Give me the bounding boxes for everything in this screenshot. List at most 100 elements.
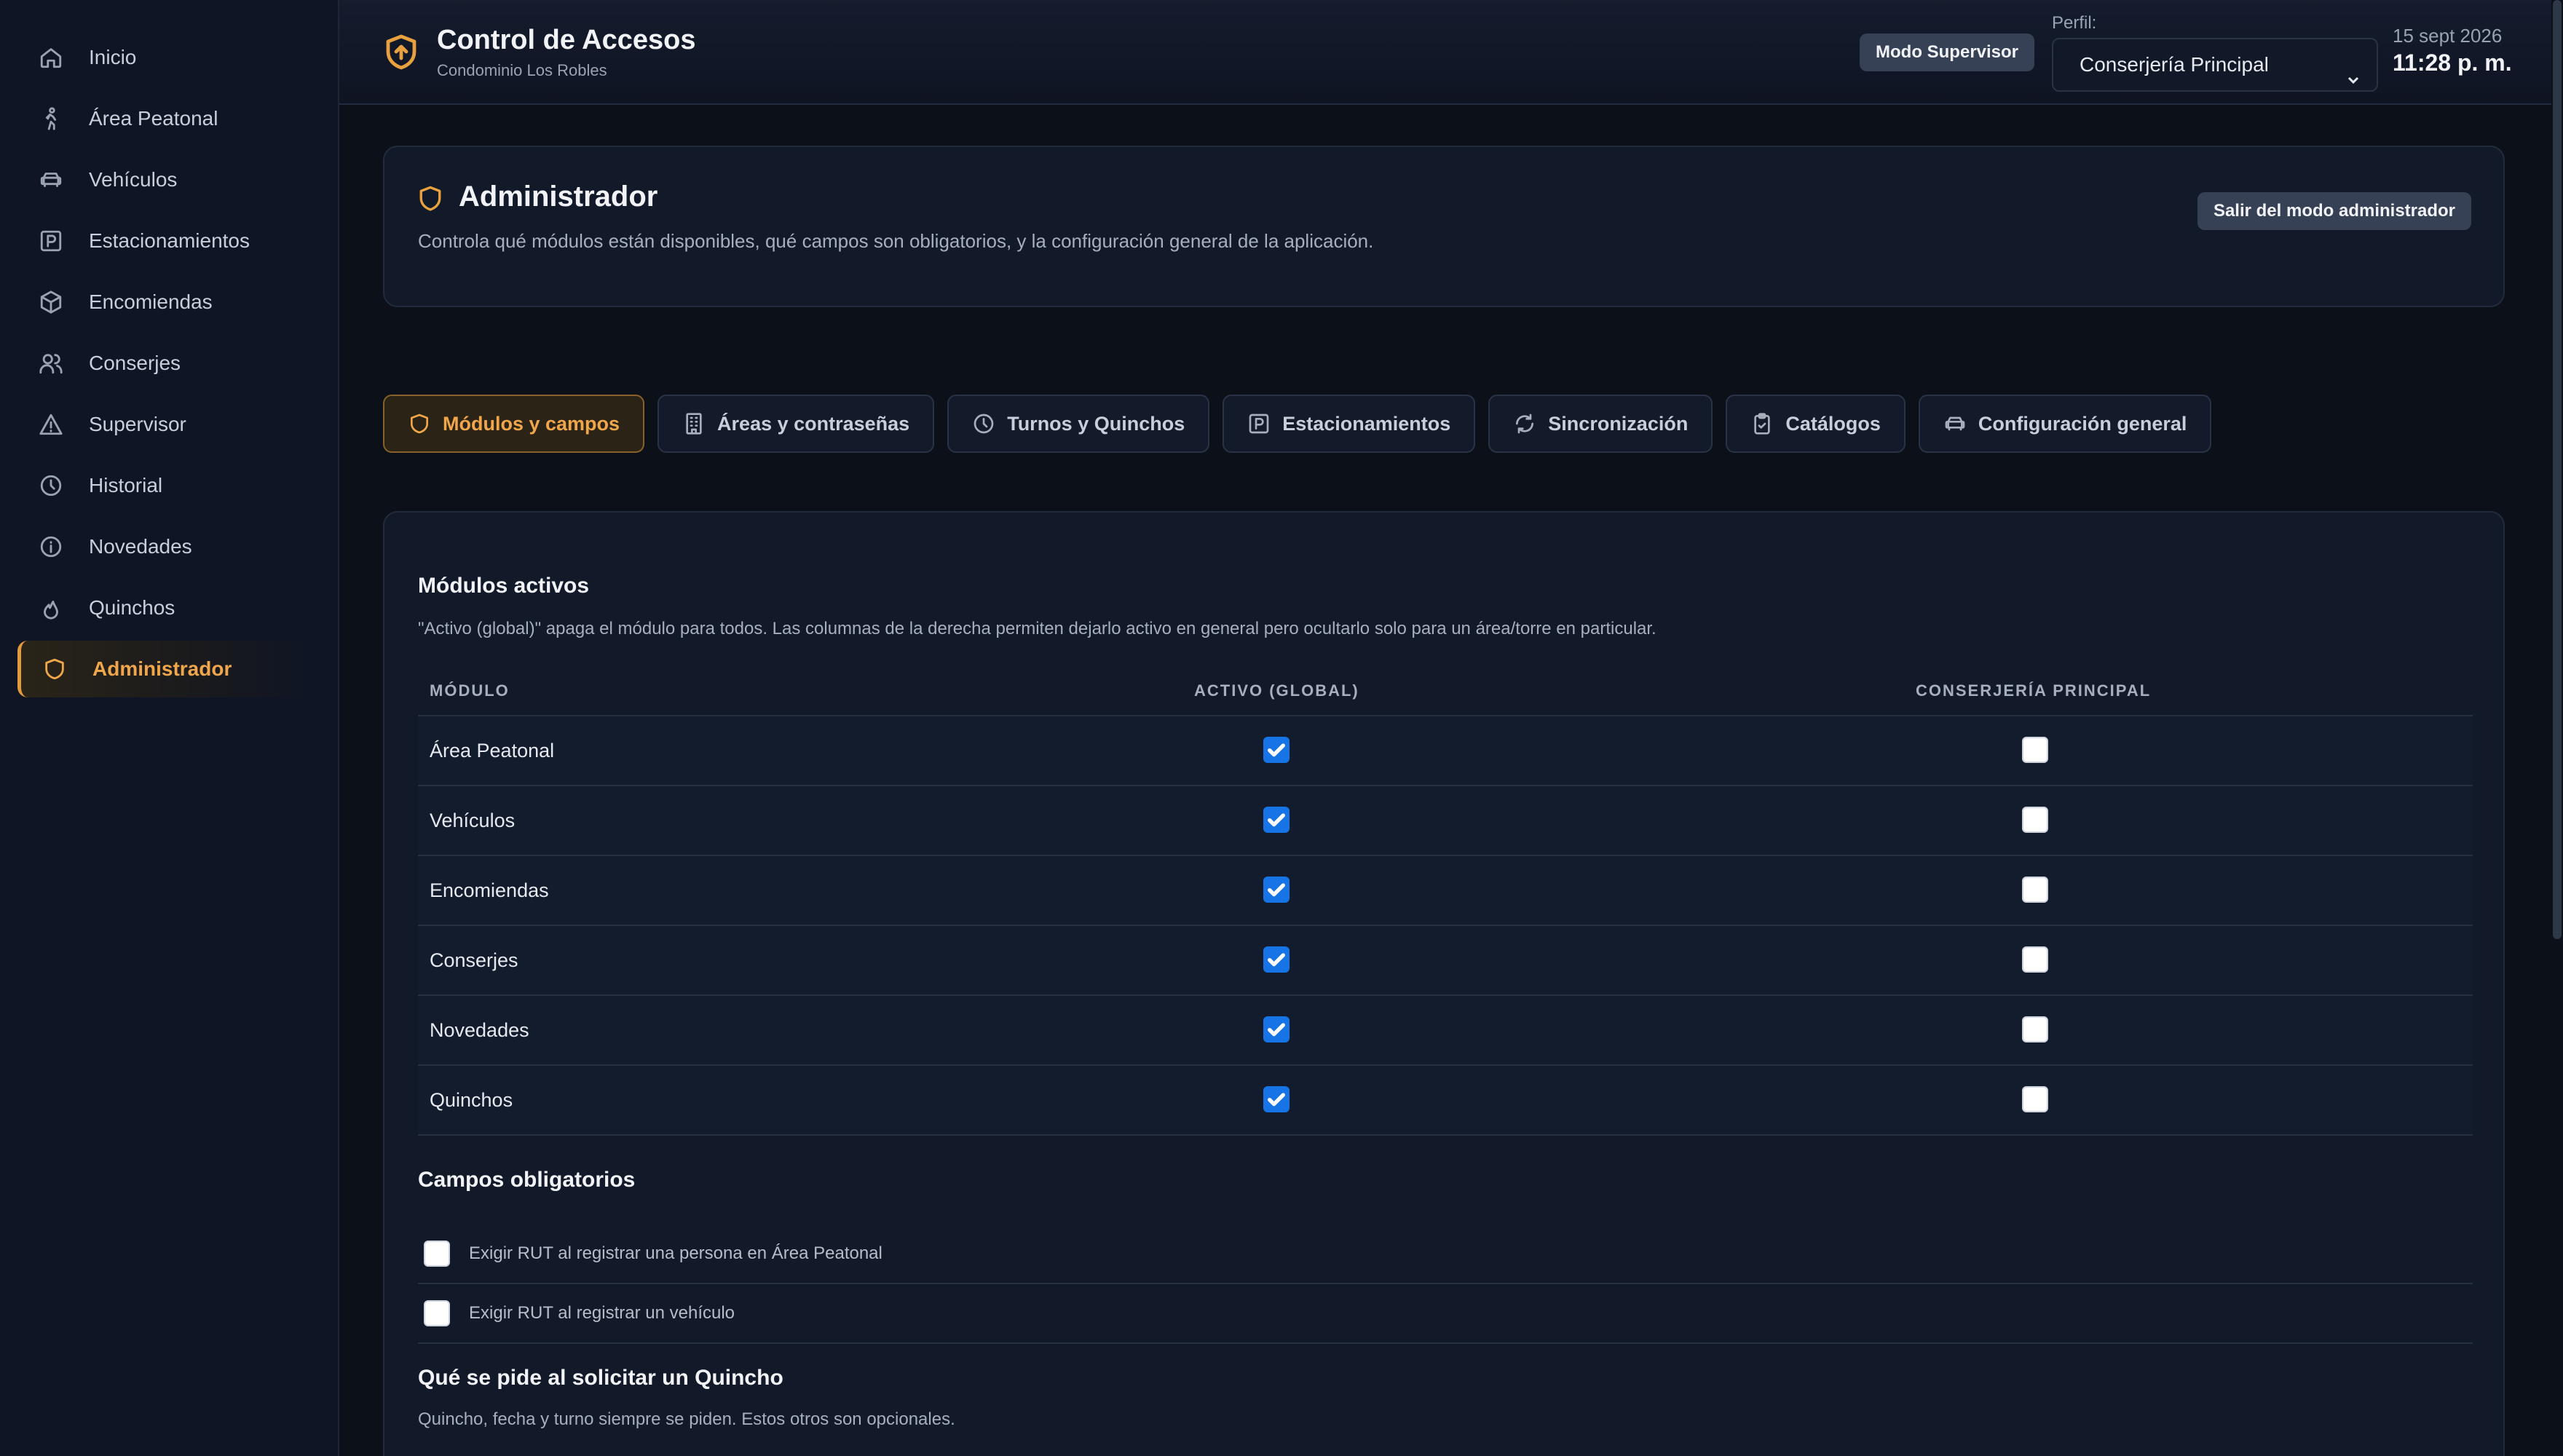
sidebar-item-label: Supervisor <box>89 413 186 435</box>
global-active-checkbox[interactable] <box>1263 807 1290 833</box>
building-icon <box>682 412 706 435</box>
required-field-row: Exigir RUT al registrar una persona en Á… <box>418 1224 2473 1284</box>
module-name: Vehículos <box>430 810 516 831</box>
required-section-title: Campos obligatorios <box>418 1168 636 1192</box>
required-field-label: Exigir RUT al registrar una persona en Á… <box>469 1243 882 1263</box>
sidebar-item-encomiendas[interactable]: Encomiendas <box>17 274 313 331</box>
required-field-label: Exigir RUT al registrar un vehículo <box>469 1303 735 1323</box>
global-active-checkbox[interactable] <box>1263 946 1290 973</box>
tab-sincronizacion[interactable]: Sincronización <box>1488 395 1713 453</box>
conserjeria-principal-checkbox[interactable] <box>2022 1016 2048 1042</box>
quincho-section-title: Qué se pide al solicitar un Quincho <box>418 1366 783 1390</box>
conserjeria-principal-checkbox[interactable] <box>2022 946 2048 973</box>
conserjeria-principal-checkbox[interactable] <box>2022 807 2048 833</box>
sidebar-item-conserjes[interactable]: Conserjes <box>17 335 313 392</box>
sidebar-item-label: Administrador <box>92 657 232 680</box>
required-field-row: Exigir RUT al registrar un vehículo <box>418 1284 2473 1344</box>
table-row: Quinchos <box>418 1066 2473 1136</box>
package-icon <box>38 289 64 315</box>
sidebar-item-estacionamientos[interactable]: Estacionamientos <box>17 213 313 269</box>
table-row: Novedades <box>418 996 2473 1066</box>
top-header: Control de Accesos Condominio Los Robles… <box>339 0 2563 105</box>
tab-label: Catálogos <box>1785 412 1881 435</box>
sidebar-item-label: Área Peatonal <box>89 107 218 130</box>
table-row: Vehículos <box>418 786 2473 856</box>
sidebar-item-administrador[interactable]: Administrador <box>17 641 313 697</box>
app-title: Control de Accesos <box>437 25 696 55</box>
tab-label: Turnos y Quinchos <box>1007 412 1185 435</box>
modules-section-title: Módulos activos <box>418 574 590 598</box>
tab-turnos-quinchos[interactable]: Turnos y Quinchos <box>947 395 1210 453</box>
sidebar-item-supervisor[interactable]: Supervisor <box>17 396 313 453</box>
info-icon <box>38 534 64 560</box>
perfil-select[interactable]: Conserjería Principal <box>2052 38 2378 92</box>
tab-configuracion-general[interactable]: Configuración general <box>1918 395 2212 453</box>
sidebar-item-label: Estacionamientos <box>89 229 250 252</box>
clock-icon <box>38 472 64 499</box>
sidebar-item-inicio[interactable]: Inicio <box>17 29 313 86</box>
admin-tabs: Módulos y campos Áreas y contraseñas Tur… <box>383 395 2212 453</box>
sidebar-item-vehiculos[interactable]: Vehículos <box>17 151 313 208</box>
column-header-activo-global: ACTIVO (GLOBAL) <box>1194 681 1359 700</box>
sidebar-item-label: Historial <box>89 474 163 496</box>
home-icon <box>38 44 64 71</box>
conserjeria-principal-checkbox[interactable] <box>2022 1086 2048 1112</box>
tab-catalogos[interactable]: Catálogos <box>1726 395 1906 453</box>
table-row: Conserjes <box>418 926 2473 996</box>
tab-label: Estacionamientos <box>1282 412 1451 435</box>
admin-card: Administrador Controla qué módulos están… <box>383 146 2505 307</box>
parking-icon <box>1247 412 1271 435</box>
module-name: Encomiendas <box>430 879 549 901</box>
parking-icon <box>38 228 64 254</box>
sidebar-item-label: Quinchos <box>89 596 175 619</box>
supervisor-mode-badge[interactable]: Modo Supervisor <box>1860 33 2035 71</box>
tab-modulos-campos[interactable]: Módulos y campos <box>383 395 645 453</box>
scrollbar-thumb[interactable] <box>2553 0 2562 939</box>
clock-icon <box>972 412 995 435</box>
tab-areas-contrasenas[interactable]: Áreas y contraseñas <box>657 395 935 453</box>
required-field-checkbox[interactable] <box>424 1300 450 1326</box>
table-row: Encomiendas <box>418 856 2473 926</box>
module-name: Área Peatonal <box>430 740 555 761</box>
global-active-checkbox[interactable] <box>1263 877 1290 903</box>
shield-icon <box>408 412 431 435</box>
tab-label: Sincronización <box>1548 412 1689 435</box>
sidebar-item-label: Encomiendas <box>89 290 213 313</box>
sidebar-item-label: Novedades <box>89 535 192 558</box>
chevron-down-icon <box>2345 57 2362 84</box>
column-header-conserjeria-principal: CONSERJERÍA PRINCIPAL <box>1916 681 2152 700</box>
perfil-selected-value: Conserjería Principal <box>2080 53 2269 76</box>
conserjeria-principal-checkbox[interactable] <box>2022 737 2048 763</box>
exit-admin-button[interactable]: Salir del modo administrador <box>2197 192 2471 230</box>
module-name: Novedades <box>430 1019 529 1041</box>
table-body: Área Peatonal Vehículos Encomiendas Conserj… <box>418 716 2473 1136</box>
modules-section-description: "Activo (global)" apaga el módulo para t… <box>418 619 1656 638</box>
table-header: MÓDULO ACTIVO (GLOBAL) CONSERJERÍA PRINC… <box>418 665 2473 716</box>
car-icon <box>38 167 64 193</box>
global-active-checkbox[interactable] <box>1263 1086 1290 1112</box>
page-scrollbar[interactable] <box>2551 0 2563 1456</box>
sidebar-item-novedades[interactable]: Novedades <box>17 518 313 575</box>
walking-icon <box>38 106 64 132</box>
sync-icon <box>1513 412 1536 435</box>
global-active-checkbox[interactable] <box>1263 737 1290 763</box>
shield-upload-icon <box>383 33 419 71</box>
required-field-checkbox[interactable] <box>424 1241 450 1267</box>
global-active-checkbox[interactable] <box>1263 1016 1290 1042</box>
clipboard-icon <box>1750 412 1774 435</box>
sidebar-item-historial[interactable]: Historial <box>17 457 313 514</box>
perfil-label: Perfil: <box>2052 13 2097 33</box>
tab-estacionamientos[interactable]: Estacionamientos <box>1223 395 1476 453</box>
conserjeria-principal-checkbox[interactable] <box>2022 877 2048 903</box>
users-icon <box>38 350 64 376</box>
module-name: Quinchos <box>430 1089 513 1111</box>
module-name: Conserjes <box>430 949 518 971</box>
sidebar-item-label: Inicio <box>89 46 137 68</box>
car-icon <box>1943 412 1967 435</box>
current-time: 11:28 p. m. <box>2393 50 2512 76</box>
sidebar-item-label: Vehículos <box>89 168 178 191</box>
sidebar: Inicio Área Peatonal Vehículos Estaciona… <box>0 0 339 1456</box>
sidebar-item-quinchos[interactable]: Quinchos <box>17 579 313 636</box>
modules-table: MÓDULO ACTIVO (GLOBAL) CONSERJERÍA PRINC… <box>418 665 2473 1136</box>
sidebar-item-area-peatonal[interactable]: Área Peatonal <box>17 90 313 147</box>
